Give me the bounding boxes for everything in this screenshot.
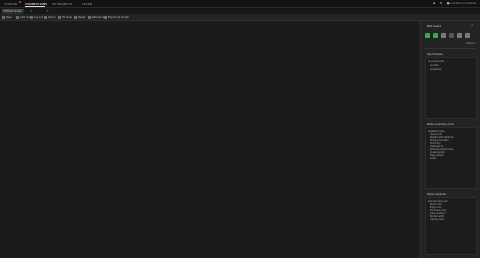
tree-item[interactable]: Index <box>430 157 436 160</box>
tree-item[interactable]: Opacity-level <box>430 218 444 221</box>
sidebar-icon-row <box>425 33 470 38</box>
style-inspector-title: Style Inspector <box>427 193 447 196</box>
grid-icon[interactable] <box>465 33 470 38</box>
graph-icon[interactable] <box>433 33 438 38</box>
tool-refresh-button[interactable]: Refresh all <box>88 15 106 19</box>
tool-label: Export as Graph <box>108 15 130 19</box>
tab-label: Untitled Graph <box>3 10 23 13</box>
active-nav-indicator <box>25 6 45 7</box>
refresh-icon <box>88 15 91 19</box>
nav-item-learn[interactable]: LEARN <box>82 2 92 6</box>
tool-label: New <box>6 15 12 19</box>
tool-new-button[interactable]: New <box>2 15 12 19</box>
connection-status: connected to localhost <box>446 2 476 5</box>
tool-layout-button[interactable]: Layout <box>30 15 43 19</box>
key-preview-panel: no-name-node no-data properties <box>425 57 477 119</box>
status-dot-icon <box>19 1 21 3</box>
tool-fit-view-button[interactable]: Fit view <box>58 15 72 19</box>
new-icon <box>2 15 5 19</box>
tool-label: Layout <box>34 15 43 19</box>
zoom-icon <box>44 15 47 19</box>
toolbar: New Add node Layout Zoom Fit view Reset … <box>0 14 480 21</box>
sidebar-close-icon[interactable]: × <box>471 23 474 27</box>
tree-item[interactable]: properties <box>430 68 441 71</box>
style-inspector-panel: Selected style set Node color Edge color… <box>425 197 477 255</box>
reset-icon <box>74 15 77 19</box>
gear-icon[interactable]: ⚙ <box>439 1 443 5</box>
layout-icon <box>30 15 33 19</box>
divider <box>424 48 476 49</box>
add-node-icon <box>16 15 19 19</box>
tree-item[interactable]: no-data <box>430 64 438 67</box>
graph-canvas[interactable] <box>0 21 418 258</box>
key-preview-title: Key Preview <box>427 53 443 56</box>
tool-label: Fit view <box>62 15 72 19</box>
fit-view-icon <box>58 15 61 19</box>
style-icon[interactable] <box>441 33 446 38</box>
tree-item[interactable]: no-name-node <box>428 60 444 63</box>
tool-reset-button[interactable]: Reset <box>74 15 86 19</box>
filter-icon[interactable] <box>449 33 454 38</box>
export-icon <box>104 15 107 19</box>
node-inventory-title: Node Inventory-card <box>427 123 454 126</box>
nav-item-my-projects[interactable]: MY PROJECTS <box>52 2 72 6</box>
bell-icon[interactable]: ▪ <box>432 1 436 5</box>
tool-label: Reset <box>78 15 86 19</box>
node-inventory-panel: Available types Class-node Relationship … <box>425 127 477 189</box>
sidebar-title: Net Insert <box>427 24 441 28</box>
tool-label: Zoom <box>48 15 56 19</box>
list-icon[interactable] <box>457 33 462 38</box>
tool-zoom-button[interactable]: Zoom <box>44 15 56 19</box>
options-link[interactable]: Options <box>466 42 475 45</box>
add-tab-icon[interactable]: + <box>46 9 49 13</box>
tool-export-button[interactable]: Export as Graph <box>104 15 130 19</box>
close-tab-icon[interactable]: × <box>30 9 33 13</box>
database-icon[interactable] <box>425 33 430 38</box>
top-navigation-bar: TERRAIN CONNECTIONS MY PROJECTS LEARN ▪ … <box>0 0 480 8</box>
brand-logo[interactable]: TERRAIN <box>4 2 17 6</box>
